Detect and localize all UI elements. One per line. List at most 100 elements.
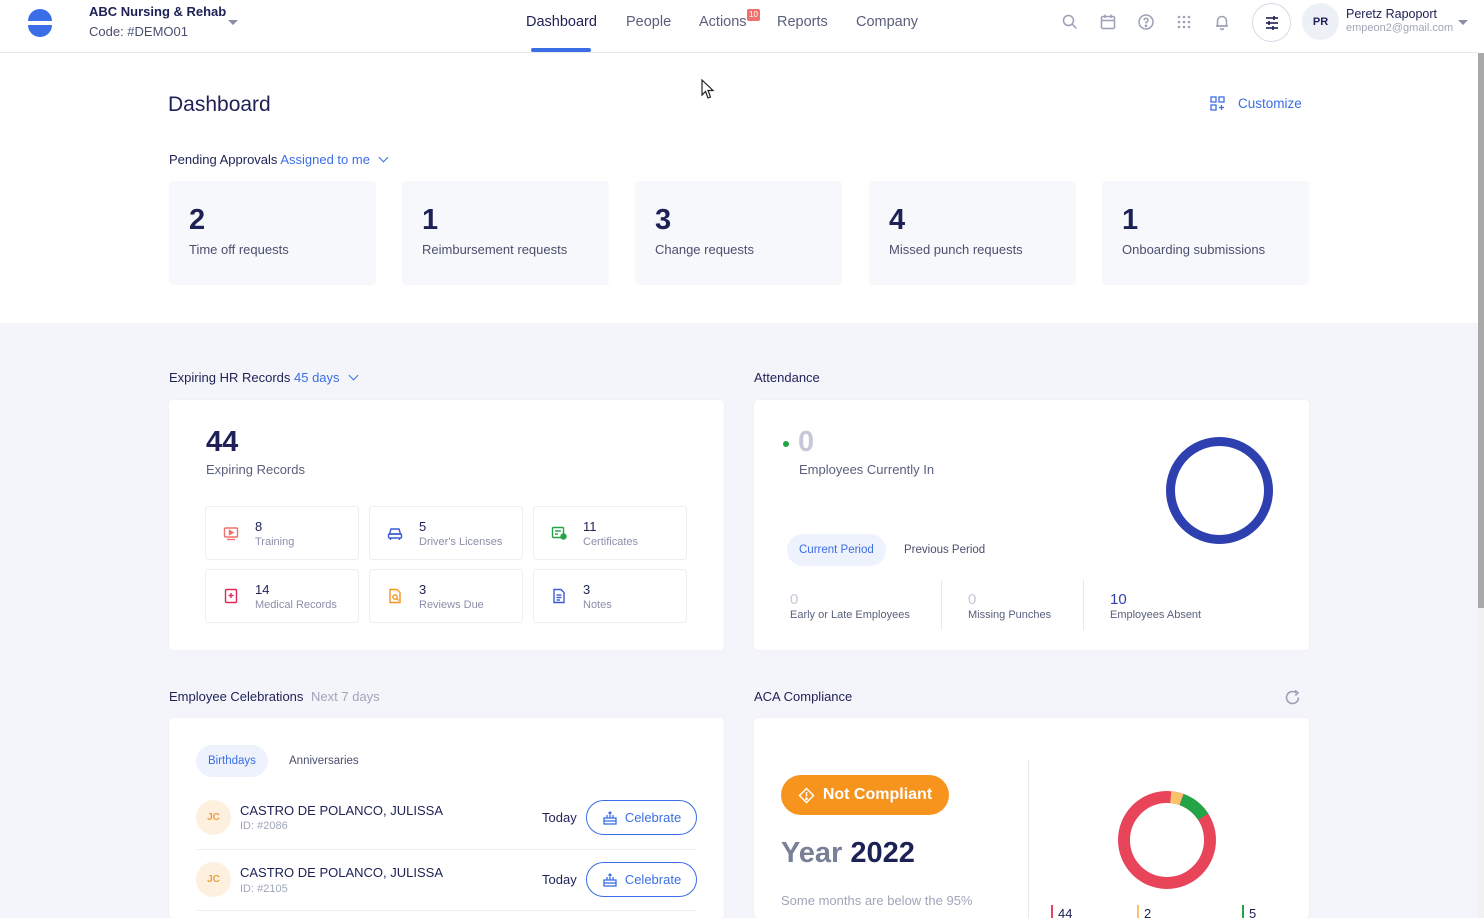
missing-punches-label: Missing Punches xyxy=(968,609,1052,621)
approval-count: 4 xyxy=(889,204,906,236)
page-scrollbar-thumb[interactable] xyxy=(1478,53,1484,608)
approval-label: Missed punch requests xyxy=(889,242,1023,257)
attendance-donut-ring xyxy=(1166,437,1273,544)
aca-donut-chart xyxy=(1118,791,1216,889)
celebrate-button[interactable]: Celebrate xyxy=(586,862,697,897)
apps-grid-icon[interactable] xyxy=(1175,13,1193,31)
record-tile-notes[interactable]: 3 Notes xyxy=(533,569,687,623)
tab-current-period[interactable]: Current Period xyxy=(787,534,886,566)
company-name: ABC Nursing & Rehab xyxy=(89,4,227,19)
tab-previous-period[interactable]: Previous Period xyxy=(892,534,997,566)
employee-id: ID: #2105 xyxy=(240,883,288,895)
legend-item: 44 xyxy=(1051,905,1072,918)
filter-sliders-icon[interactable] xyxy=(1252,3,1291,42)
nav-reports[interactable]: Reports xyxy=(777,14,828,30)
pending-approvals-label: Pending Approvals xyxy=(169,152,278,167)
car-icon xyxy=(387,528,403,540)
search-icon[interactable] xyxy=(1061,13,1079,31)
celebrate-label: Celebrate xyxy=(624,810,682,825)
row-divider xyxy=(196,910,697,911)
aca-card xyxy=(754,718,1309,918)
expiring-records-header: Expiring HR Records 45 days xyxy=(169,370,358,385)
page-title: Dashboard xyxy=(168,93,271,116)
chevron-down-icon xyxy=(378,152,389,163)
celebrate-button[interactable]: Celebrate xyxy=(586,800,697,835)
expiring-total-label: Expiring Records xyxy=(206,462,305,477)
chevron-down-icon[interactable] xyxy=(228,20,238,25)
approval-card-time-off[interactable]: 2 Time off requests xyxy=(169,181,376,285)
stat-divider xyxy=(941,580,942,630)
record-tile-training[interactable]: 8 Training xyxy=(205,506,359,560)
approval-label: Onboarding submissions xyxy=(1122,242,1266,257)
cake-icon xyxy=(603,872,617,887)
company-switcher[interactable]: ABC Nursing & Rehab Code: #DEMO01 xyxy=(89,4,226,39)
missing-punches-count: 0 xyxy=(968,591,977,608)
calendar-icon[interactable] xyxy=(1099,13,1117,31)
approval-card-onboarding[interactable]: 1 Onboarding submissions xyxy=(1102,181,1309,285)
attendance-label: Attendance xyxy=(754,370,820,385)
attendance-card: 0 Employees Currently In Current Period … xyxy=(754,400,1309,650)
mouse-cursor-icon xyxy=(701,79,715,99)
help-icon[interactable] xyxy=(1137,13,1155,31)
approval-label: Time off requests xyxy=(189,242,289,257)
approval-card-reimbursement[interactable]: 1 Reimbursement requests xyxy=(402,181,609,285)
pending-approvals-header: Pending Approvals Assigned to me xyxy=(169,152,389,167)
approval-card-missed-punch[interactable]: 4 Missed punch requests xyxy=(869,181,1076,285)
row-divider xyxy=(196,849,697,850)
celebrate-label: Celebrate xyxy=(624,872,682,887)
nav-actions[interactable]: Actions xyxy=(699,14,747,30)
employees-in-label: Employees Currently In xyxy=(799,462,935,477)
expiring-days-label: 45 days xyxy=(294,370,340,385)
record-tile-drivers-licenses[interactable]: 5 Driver's Licenses xyxy=(369,506,523,560)
avatar: JC xyxy=(196,862,231,897)
bell-icon[interactable] xyxy=(1213,13,1231,31)
refresh-icon[interactable] xyxy=(1283,688,1302,707)
medical-icon xyxy=(224,588,238,604)
training-icon xyxy=(223,527,239,541)
aca-note: Some months are below the 95% xyxy=(781,893,973,908)
compliance-status-badge: Not Compliant xyxy=(781,775,949,815)
expiring-records-card: 44 Expiring Records 8 Training 5 Driver'… xyxy=(169,400,724,650)
record-tile-reviews-due[interactable]: 3 Reviews Due xyxy=(369,569,523,623)
warning-diamond-icon xyxy=(798,786,815,804)
nav-dashboard[interactable]: Dashboard xyxy=(526,14,597,30)
aca-year: Year 2022 xyxy=(781,837,915,870)
nav-people[interactable]: People xyxy=(626,14,671,30)
user-email: empeon2@gmail.com xyxy=(1346,22,1454,34)
record-tile-medical-records[interactable]: 14 Medical Records xyxy=(205,569,359,623)
record-count: 11 xyxy=(583,519,597,534)
user-avatar[interactable]: PR xyxy=(1302,3,1339,40)
record-count: 14 xyxy=(255,582,270,597)
employees-absent-count[interactable]: 10 xyxy=(1110,591,1127,608)
record-count: 5 xyxy=(419,519,427,534)
employee-name[interactable]: CASTRO DE POLANCO, JULISSA xyxy=(240,865,443,880)
customize-button[interactable]: Customize xyxy=(1210,96,1302,111)
employee-name[interactable]: CASTRO DE POLANCO, JULISSA xyxy=(240,803,443,818)
expiring-days-dropdown[interactable]: 45 days xyxy=(294,370,358,385)
compliance-status-label: Not Compliant xyxy=(822,786,933,803)
chevron-down-icon xyxy=(348,370,358,381)
company-logo-icon[interactable] xyxy=(26,8,54,38)
nav-company[interactable]: Company xyxy=(856,14,918,30)
record-label: Driver's Licenses xyxy=(419,536,503,548)
approval-count: 1 xyxy=(422,204,439,236)
customize-label: Customize xyxy=(1238,96,1302,111)
assigned-filter-dropdown[interactable]: Assigned to me xyxy=(280,152,389,167)
celebration-date: Today xyxy=(542,810,577,825)
expiring-total: 44 xyxy=(206,426,239,458)
celebrations-header: Employee Celebrations Next 7 days xyxy=(169,689,380,704)
top-bar: ABC Nursing & Rehab Code: #DEMO01 Dashbo… xyxy=(0,0,1478,53)
aca-divider xyxy=(1028,760,1029,918)
early-late-count: 0 xyxy=(790,591,799,608)
tab-anniversaries[interactable]: Anniversaries xyxy=(277,745,371,777)
user-menu-chevron-icon[interactable] xyxy=(1458,20,1468,25)
celebration-date: Today xyxy=(542,872,577,887)
record-label: Training xyxy=(255,536,295,548)
record-label: Notes xyxy=(583,599,612,611)
legend-item: 2 xyxy=(1137,905,1151,918)
approval-card-change[interactable]: 3 Change requests xyxy=(635,181,842,285)
user-name[interactable]: Peretz Rapoport xyxy=(1346,7,1437,21)
employee-id: ID: #2086 xyxy=(240,820,288,832)
tab-birthdays[interactable]: Birthdays xyxy=(196,745,268,777)
record-tile-certificates[interactable]: 11 Certificates xyxy=(533,506,687,560)
